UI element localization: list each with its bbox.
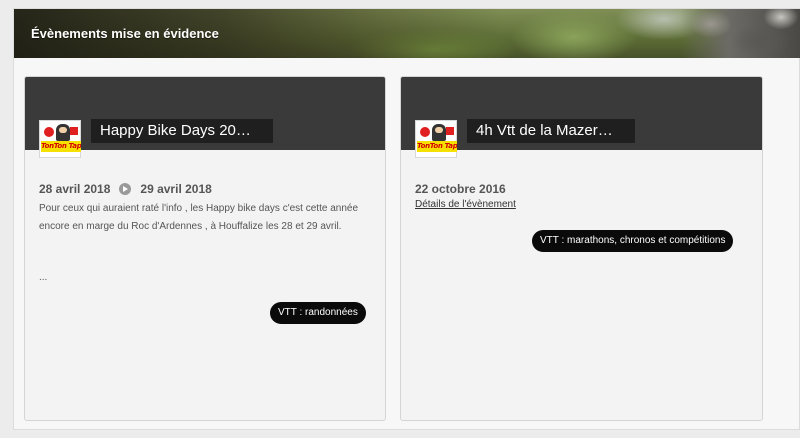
logo-face-icon [435, 127, 443, 133]
logo-flag-icon [70, 127, 78, 135]
logo-wordmark: TonTon Tapis [41, 141, 81, 152]
banner-landscape-image [681, 9, 800, 58]
logo-flag-icon [446, 127, 454, 135]
arrow-circle-right-icon [119, 183, 132, 195]
event-dates: 28 avril 2018 29 avril 2018 [39, 182, 212, 196]
event-card[interactable]: TonTon Tapis 4h Vtt de la Mazer… 22 octo… [400, 76, 763, 421]
event-details-link[interactable]: Détails de l'évènement [415, 199, 516, 210]
event-category-tag[interactable]: VTT : marathons, chronos et compétitions [532, 230, 734, 252]
event-date: 22 octobre 2016 [415, 182, 506, 196]
logo-badge-icon [44, 127, 54, 137]
logo-badge-icon [420, 127, 430, 137]
event-title-link[interactable]: Happy Bike Days 20… [91, 119, 273, 143]
section-banner: Évènements mise en évidence [14, 9, 800, 58]
organizer-logo[interactable]: TonTon Tapis [39, 120, 81, 158]
event-end-date: 29 avril 2018 [140, 182, 212, 196]
event-description-more: ... [39, 272, 48, 283]
organizer-logo[interactable]: TonTon Tapis [415, 120, 457, 158]
logo-face-icon [59, 127, 67, 133]
event-description: Pour ceux qui auraient raté l'info , les… [39, 203, 359, 232]
logo-illustration [42, 123, 80, 141]
event-card[interactable]: TonTon Tapis Happy Bike Days 20… 28 avri… [24, 76, 386, 421]
event-dates: 22 octobre 2016 [415, 182, 506, 196]
section-title: Évènements mise en évidence [31, 26, 219, 41]
logo-wordmark: TonTon Tapis [417, 141, 457, 152]
event-category-tag[interactable]: VTT : randonnées [270, 302, 366, 324]
event-start-date: 28 avril 2018 [39, 182, 111, 196]
logo-subtext [41, 152, 81, 157]
logo-subtext [417, 152, 457, 157]
event-title-link[interactable]: 4h Vtt de la Mazer… [467, 119, 635, 143]
logo-illustration [418, 123, 456, 141]
